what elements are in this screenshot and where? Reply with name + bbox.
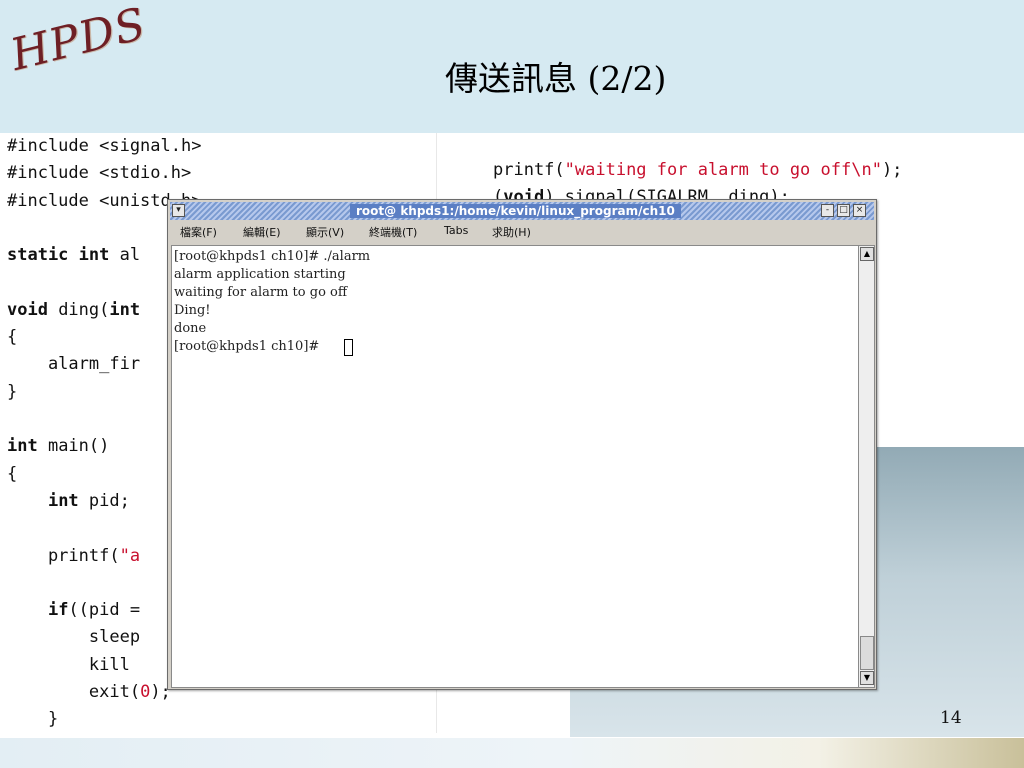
bottom-band [0, 738, 1024, 768]
code-line: static int al [7, 245, 140, 265]
scroll-up-button[interactable]: ▲ [860, 247, 874, 261]
code-token: int [7, 436, 38, 457]
terminal-line: waiting for alarm to go off [174, 285, 348, 300]
code-token: int [109, 299, 141, 320]
terminal-titlebar[interactable]: ▾ root@ khpds1:/home/kevin/linux_program… [170, 202, 874, 220]
code-token: } [7, 709, 59, 730]
code-token: 0 [140, 682, 151, 702]
code-token: pid; [78, 490, 130, 511]
terminal-prompt: [root@khpds1 ch10]# [174, 339, 324, 354]
slide-header: HPDS 傳送訊息 (2/2) [0, 0, 1024, 133]
code-token: void [7, 299, 48, 320]
page-number: 14 [940, 708, 962, 728]
code-token: exit( [7, 682, 141, 702]
code-line: alarm_fir [7, 354, 140, 374]
code-token: alarm_fir [7, 354, 141, 375]
code-line: kill [7, 655, 130, 675]
code-line: void ding(int [7, 300, 140, 320]
code-token: printf( [7, 545, 120, 566]
code-line: #include <stdio.h> [7, 163, 191, 183]
scroll-thumb[interactable] [860, 636, 874, 670]
code-token: int [47, 490, 79, 511]
code-token: printf( [493, 160, 565, 180]
terminal-output[interactable]: [root@khpds1 ch10]# ./alarm alarm applic… [171, 245, 859, 688]
code-line: int main() [7, 436, 109, 456]
code-line: printf("a [7, 546, 140, 566]
maximize-button[interactable]: □ [837, 204, 850, 217]
code-token: ding( [47, 299, 110, 320]
code-line: } [7, 709, 58, 729]
code-token: { [7, 463, 18, 484]
terminal-line: [root@khpds1 ch10]# ./alarm [174, 249, 371, 264]
code-token: ((pid = [68, 600, 141, 621]
menu-edit[interactable]: 編輯(E) [243, 224, 281, 240]
terminal-line: Ding! [174, 303, 211, 318]
code-token: #include <stdio.h> [7, 163, 192, 184]
menu-help[interactable]: 求助(H) [492, 224, 531, 240]
terminal-line: alarm application starting [174, 267, 346, 282]
code-token: { [7, 327, 18, 348]
text-cursor [344, 339, 353, 356]
code-token: al [109, 245, 141, 266]
close-button[interactable]: × [853, 204, 866, 217]
code-token: "waiting for alarm to go off\n" [564, 160, 882, 180]
terminal-title: root@ khpds1:/home/kevin/linux_program/c… [350, 204, 681, 218]
menu-file[interactable]: 檔案(F) [180, 224, 217, 240]
code-line: #include <signal.h> [7, 136, 201, 156]
minimize-button[interactable]: - [821, 204, 834, 217]
code-token: kill [7, 654, 130, 675]
menu-view[interactable]: 顯示(V) [306, 224, 344, 240]
scroll-down-button[interactable]: ▼ [860, 671, 874, 685]
code-line: int pid; [7, 491, 130, 511]
code-token: static int [7, 245, 110, 266]
menu-tabs[interactable]: Tabs [444, 224, 468, 237]
code-token: ); [881, 160, 903, 180]
menu-bar: 檔案(F) 編輯(E) 顯示(V) 終端機(T) Tabs 求助(H) [170, 222, 874, 242]
window-menu-icon[interactable]: ▾ [172, 204, 185, 217]
menu-terminal[interactable]: 終端機(T) [369, 224, 417, 240]
code-line: { [7, 464, 17, 484]
terminal-line: done [174, 321, 207, 336]
slide-title: 傳送訊息 (2/2) [445, 59, 667, 98]
code-line: printf("waiting for alarm to go off\n"); [493, 160, 902, 180]
code-token: if [47, 600, 69, 621]
code-token: #include <signal.h> [7, 136, 202, 156]
code-token: "a [119, 545, 141, 566]
code-line: exit(0); [7, 682, 171, 702]
code-token: } [7, 381, 18, 402]
code-line: sleep [7, 627, 140, 647]
terminal-window[interactable]: ▾ root@ khpds1:/home/kevin/linux_program… [167, 199, 877, 690]
hpds-logo: HPDS [5, 0, 152, 81]
code-line: { [7, 327, 17, 347]
code-token: main() [37, 436, 110, 457]
code-line: if((pid = [7, 600, 140, 620]
code-token: sleep [7, 627, 141, 648]
vertical-scrollbar[interactable]: ▲ ▼ [858, 245, 875, 688]
code-line: } [7, 382, 17, 402]
